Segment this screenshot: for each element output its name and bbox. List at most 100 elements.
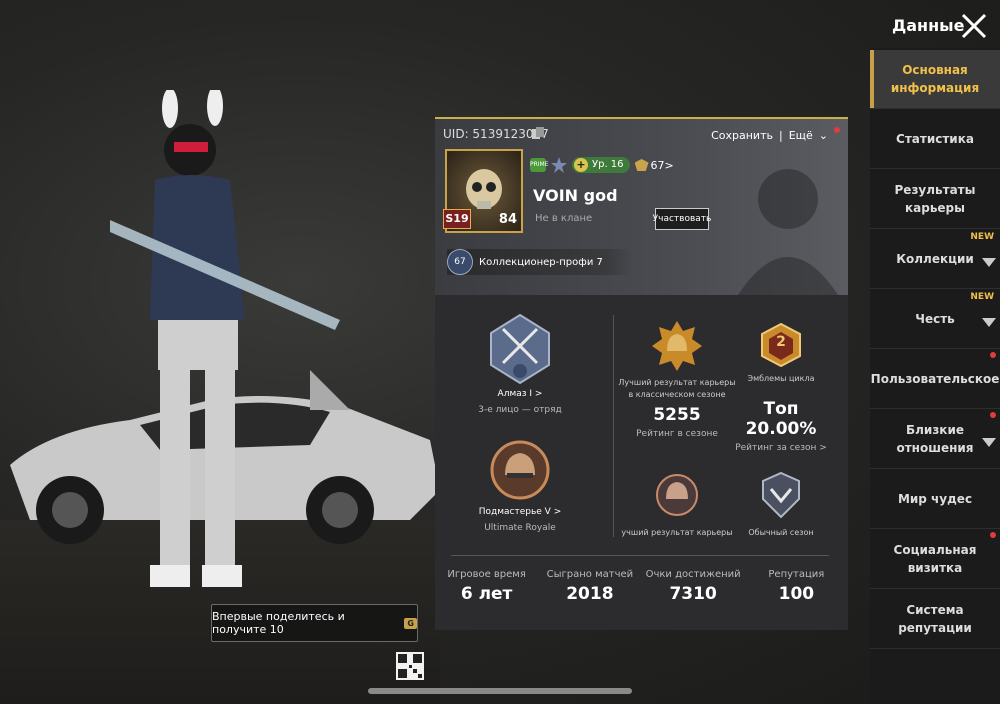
- soldier-silhouette: [738, 169, 838, 295]
- sidebar-item-label: Результаты карьеры: [894, 183, 976, 215]
- notification-dot: [990, 352, 996, 358]
- stat-value: 7310: [669, 584, 717, 604]
- best-career2-label: учший результат карьеры: [621, 528, 733, 537]
- sidebar-item-career[interactable]: Результаты карьеры: [870, 170, 1000, 229]
- ur-mode-label: Ultimate Royale: [484, 523, 556, 533]
- stat-value: 100: [778, 584, 815, 604]
- stat-label: Очки достижений: [645, 569, 741, 580]
- sidebar-item-honor[interactable]: Честь NEW: [870, 290, 1000, 349]
- ur-tier-block[interactable]: Подмастерье V > Ultimate Royale: [455, 437, 585, 533]
- helmet-rank-icon: [490, 440, 550, 500]
- collector-title: Коллекционер-профи 7: [479, 256, 603, 268]
- sidebar-item-label: Пользовательское: [870, 372, 1000, 386]
- bronze-helmet-icon: [656, 474, 698, 516]
- stat-value: 2018: [566, 584, 614, 604]
- sidebar-item-label: Статистика: [896, 132, 974, 146]
- squad-mode-label: 3-е лицо — отряд: [478, 405, 562, 415]
- clan-status: Не в клане: [535, 213, 593, 224]
- golden-helmet-icon: [652, 321, 702, 371]
- copy-icon[interactable]: [532, 127, 545, 140]
- share-reward-banner[interactable]: Впервые поделитесь и получите 10 G: [211, 604, 418, 642]
- best-career-label: Лучший результат карьеры в классическом …: [618, 378, 736, 399]
- star-emblem-icon[interactable]: [551, 157, 567, 173]
- sidebar-item-custom[interactable]: Пользовательское: [870, 350, 1000, 409]
- prime-badge-icon[interactable]: PRIME: [530, 158, 549, 172]
- sidebar-item-label: Мир чудес: [897, 492, 973, 506]
- top-percent-label: Рейтинг за сезон >: [735, 443, 827, 453]
- chevron-down-icon: ⌄: [818, 129, 828, 142]
- sidebar-item-reputation-system[interactable]: Система репутации: [870, 590, 1000, 649]
- badges-row: PRIME Ур. 16 67>: [530, 157, 674, 173]
- separator: |: [778, 129, 783, 142]
- triangle-down-icon: [982, 318, 996, 327]
- sidebar-item-label: Близкие отношения: [896, 423, 974, 455]
- sidebar: Основная информация Статистика Результат…: [870, 48, 1000, 704]
- squad-tier-label: Алмаз I >: [497, 389, 543, 399]
- notification-dot: [834, 127, 840, 133]
- sidebar-item-statistics[interactable]: Статистика: [870, 110, 1000, 169]
- sidebar-item-label: Основная информация: [890, 63, 980, 95]
- ur-tier-label: Подмастерье V >: [478, 507, 562, 517]
- profile-card: UID: 5139123027 Сохранить | Ещё ⌄ 84 S19…: [435, 117, 848, 630]
- stat-value: 6 лет: [460, 584, 513, 604]
- stat-label: Игровое время: [447, 569, 526, 580]
- diamond-rank-icon: [490, 313, 550, 385]
- stat-matches: Сыграно матчей 2018: [538, 569, 641, 604]
- normal-season-label: Обычный сезон: [748, 528, 814, 537]
- collector-badge[interactable]: 67 Коллекционер-профи 7: [447, 249, 633, 275]
- horizontal-divider: [451, 555, 829, 556]
- season-rating-label: Рейтинг в сезоне: [636, 429, 718, 439]
- sidebar-item-basic-info[interactable]: Основная информация: [870, 50, 1000, 109]
- profile-header: UID: 5139123027 Сохранить | Ещё ⌄ 84 S19…: [435, 119, 848, 295]
- squad-tier-block[interactable]: Алмаз I > 3-е лицо — отряд: [455, 313, 585, 415]
- sidebar-item-label: Честь: [915, 312, 955, 326]
- stats-row: Игровое время 6 лет Сыграно матчей 2018 …: [435, 569, 848, 604]
- coin-icon: G: [404, 617, 417, 629]
- season-rating-value: 5255: [653, 405, 701, 425]
- best-career2-block[interactable]: учший результат карьеры: [617, 471, 737, 539]
- character-scene: [0, 0, 440, 704]
- silver-shield-icon: [762, 471, 800, 519]
- normal-season-block[interactable]: Обычный сезон: [731, 471, 831, 539]
- share-reward-text: Впервые поделитесь и получите 10: [212, 610, 345, 636]
- stat-playtime: Игровое время 6 лет: [435, 569, 538, 604]
- cycle-emblems-block[interactable]: 2 Эмблемы цикла Топ 20.00% Рейтинг за се…: [731, 319, 831, 453]
- cycle-emblem-icon: 2: [759, 322, 803, 368]
- cycle-badge-number: 2: [776, 334, 786, 350]
- player-character: [110, 90, 340, 587]
- stat-label: Репутация: [768, 569, 825, 580]
- new-badge: NEW: [970, 232, 994, 242]
- sidebar-item-wonderland[interactable]: Мир чудес: [870, 470, 1000, 529]
- sidebar-item-label: Коллекции: [896, 252, 974, 266]
- scroll-indicator[interactable]: [368, 688, 632, 694]
- notification-dot: [990, 412, 996, 418]
- collector-level: 67: [447, 249, 473, 275]
- save-button[interactable]: Сохранить: [711, 129, 773, 142]
- best-career-block[interactable]: Лучший результат карьеры в классическом …: [617, 319, 737, 439]
- top-percent-value: Топ 20.00%: [745, 399, 817, 439]
- vertical-divider: [613, 315, 614, 537]
- close-icon[interactable]: [960, 12, 988, 40]
- sidebar-item-label: Система репутации: [898, 603, 972, 635]
- player-level-badge[interactable]: Ур. 16: [572, 157, 630, 173]
- stat-reputation: Репутация 100: [745, 569, 848, 604]
- triangle-down-icon: [982, 258, 996, 267]
- sidebar-item-collections[interactable]: Коллекции NEW: [870, 230, 1000, 289]
- season-badge: S19: [443, 209, 471, 229]
- player-name: VOIN god: [533, 186, 618, 205]
- sidebar-item-social-card[interactable]: Социальная визитка: [870, 530, 1000, 589]
- cycle-emblems-label: Эмблемы цикла: [747, 374, 815, 383]
- sidebar-item-relations[interactable]: Близкие отношения: [870, 410, 1000, 469]
- rank-points[interactable]: 67>: [634, 158, 674, 172]
- triangle-down-icon: [982, 438, 996, 447]
- new-badge: NEW: [970, 292, 994, 302]
- join-clan-button[interactable]: Участвовать: [653, 208, 711, 230]
- more-button[interactable]: Ещё: [789, 129, 813, 142]
- page-title: Данные: [892, 16, 965, 35]
- qr-code-icon[interactable]: [396, 652, 424, 680]
- stat-achievements: Очки достижений 7310: [642, 569, 745, 604]
- sidebar-item-label: Социальная визитка: [893, 543, 977, 575]
- save-more-row: Сохранить | Ещё ⌄: [711, 129, 828, 142]
- rank-points-value: 67>: [650, 158, 674, 172]
- stat-label: Сыграно матчей: [546, 569, 634, 580]
